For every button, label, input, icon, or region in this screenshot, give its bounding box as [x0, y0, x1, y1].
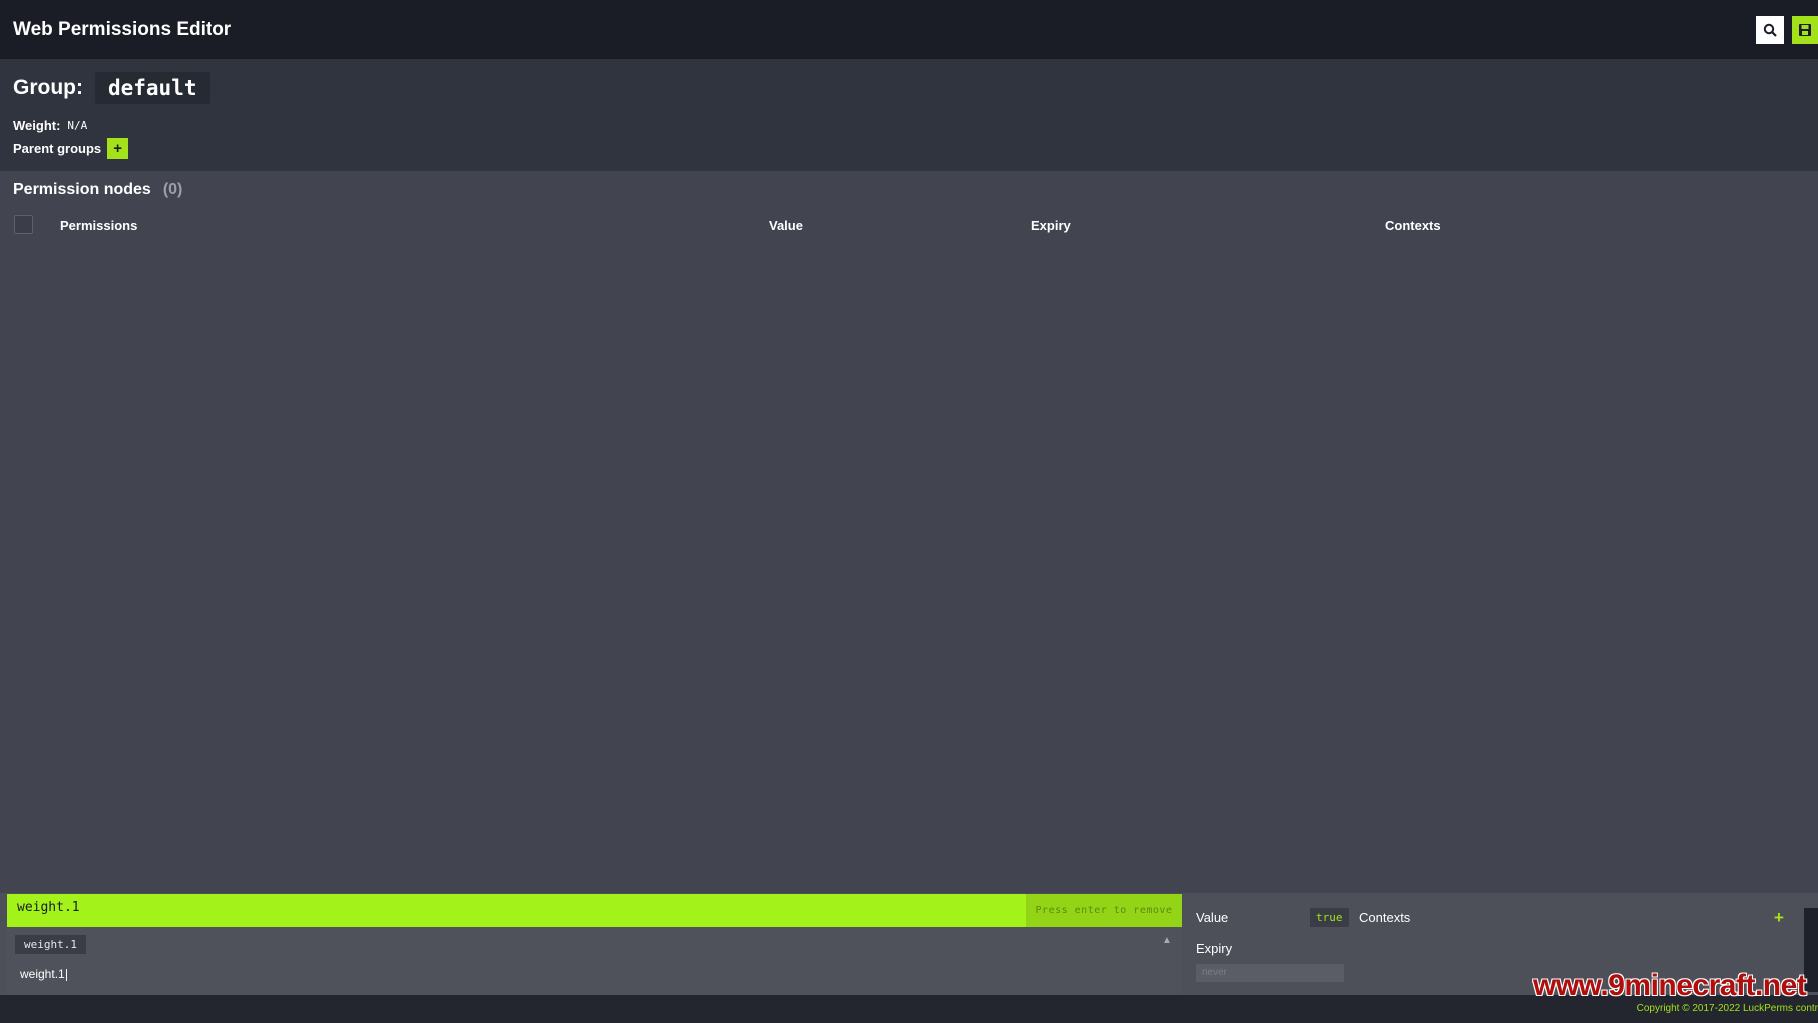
add-context-button[interactable]: + [1774, 908, 1784, 928]
value-toggle[interactable]: true [1310, 908, 1349, 927]
column-value[interactable]: Value [769, 218, 803, 233]
group-label: Group: [13, 76, 83, 99]
parent-groups-label: Parent groups [13, 141, 102, 156]
typed-node-input[interactable]: weight.1 [20, 967, 67, 981]
weight-value: N/A [67, 119, 88, 132]
column-contexts[interactable]: Contexts [1385, 218, 1441, 233]
typed-node-text: weight.1 [20, 967, 65, 981]
group-title: Group: default [13, 72, 210, 104]
parent-groups-row: Parent groups + [13, 138, 129, 159]
column-expiry[interactable]: Expiry [1031, 218, 1071, 233]
node-input-bar[interactable]: weight.1 Press enter to remove [7, 894, 1182, 927]
node-input[interactable]: weight.1 [17, 900, 80, 915]
save-icon [1799, 24, 1811, 36]
expiry-input[interactable]: never [1196, 964, 1344, 982]
suggestion-item[interactable]: weight.1 [15, 935, 86, 954]
remove-hint: Press enter to remove [1026, 894, 1182, 927]
group-info-panel: Group: default Weight: N/A Parent groups… [0, 59, 1818, 171]
permission-nodes-label: Permission nodes [13, 181, 151, 198]
search-icon [1763, 23, 1777, 37]
weight-row: Weight: N/A [13, 118, 87, 133]
copyright: Copyright © 2017-2022 LuckPerms contr [1636, 1003, 1818, 1014]
contexts-label: Contexts [1359, 910, 1411, 925]
app-header: Web Permissions Editor [0, 0, 1818, 59]
add-parent-group-button[interactable]: + [107, 138, 129, 159]
watermark: www.9minecraft.net [1533, 969, 1807, 1002]
group-name: default [94, 72, 210, 104]
select-all-checkbox[interactable] [14, 215, 33, 234]
weight-label: Weight: [13, 118, 61, 133]
permission-nodes-count: (0) [162, 181, 183, 198]
table-header: Permissions Value Expiry Contexts [0, 214, 1818, 238]
permission-nodes-title: Permission nodes (0) [13, 181, 182, 199]
value-label: Value [1196, 910, 1229, 925]
search-button[interactable] [1756, 16, 1784, 44]
app-title: Web Permissions Editor [13, 18, 232, 40]
node-suggestions: weight.1 ▲ weight.1 [7, 927, 1182, 995]
collapse-caret-icon[interactable]: ▲ [1162, 935, 1172, 946]
text-cursor [65, 968, 67, 981]
save-button[interactable] [1792, 16, 1818, 44]
expiry-label: Expiry [1196, 941, 1233, 956]
column-permissions[interactable]: Permissions [60, 218, 137, 233]
